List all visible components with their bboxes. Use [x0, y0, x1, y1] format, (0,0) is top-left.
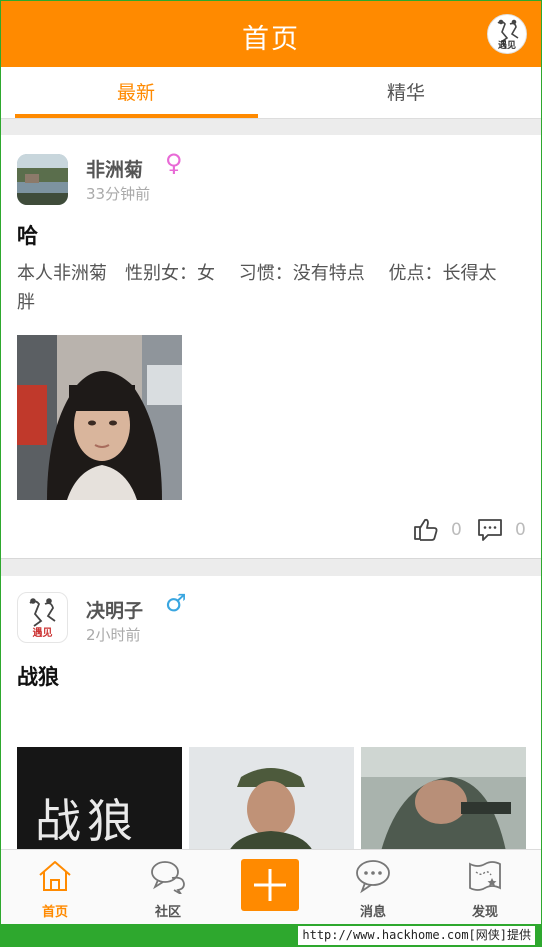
avatar-logo-text: 遇见 — [32, 628, 53, 639]
nav-messages-label: 消息 — [359, 905, 386, 920]
girl-portrait-image — [17, 335, 182, 500]
message-bubble-icon — [356, 860, 390, 894]
male-gender-icon: ♂ — [165, 589, 187, 617]
nav-discover-label: 发现 — [471, 905, 498, 920]
post-time: 33分钟前 — [86, 185, 151, 203]
nav-community-label: 社区 — [154, 905, 181, 920]
post-photo[interactable] — [361, 747, 526, 851]
bottom-navigation: 首页 社区 消息 发现 — [1, 849, 541, 924]
post-card[interactable]: 非洲菊 ♀ 33分钟前 哈 本人非洲菊 性别女：女 习惯：没有特点 优点：长得太… — [1, 135, 541, 559]
post-photo[interactable] — [17, 335, 182, 500]
page-title: 首页 — [242, 24, 300, 55]
like-count: 0 — [451, 520, 462, 540]
discover-map-icon — [469, 861, 501, 891]
nav-messages[interactable]: 消息 — [319, 850, 427, 925]
tab-featured[interactable]: 精华 — [285, 67, 527, 119]
like-button[interactable] — [413, 517, 439, 545]
avatar[interactable]: 遇见 — [17, 592, 68, 643]
watermark-bar: http://www.hackhome.com[网侠]提供 — [1, 924, 541, 947]
home-icon — [39, 861, 71, 891]
app-screen: 首页 遇见 最新 精华 非洲菊 ♀ 33分钟前 哈 本人非洲菊 性别女：女 习惯… — [0, 0, 542, 947]
post-title: 战狼 — [17, 665, 59, 689]
female-gender-icon: ♀ — [165, 149, 183, 177]
post-title: 哈 — [17, 224, 38, 248]
avatar-landscape-image — [17, 154, 68, 205]
comment-icon — [478, 519, 502, 541]
post-time: 2小时前 — [86, 626, 141, 644]
top-header: 首页 遇见 — [1, 1, 541, 67]
thumbs-up-icon — [414, 518, 438, 541]
comment-button[interactable] — [477, 518, 503, 546]
nav-discover[interactable]: 发现 — [431, 850, 539, 925]
username[interactable]: 决明子 — [86, 596, 143, 623]
username[interactable]: 非洲菊 — [86, 155, 143, 182]
tab-latest[interactable]: 最新 — [15, 67, 257, 119]
post-photo[interactable]: 战狼 — [17, 747, 182, 851]
app-logo-avatar[interactable]: 遇见 — [487, 14, 527, 54]
plus-icon — [254, 869, 286, 901]
watermark-text: http://www.hackhome.com[网侠]提供 — [298, 926, 535, 945]
avatar[interactable] — [17, 154, 68, 205]
post-photo[interactable] — [189, 747, 354, 851]
create-post-button[interactable] — [241, 859, 299, 911]
comment-count: 0 — [515, 520, 526, 540]
logo-text: 遇见 — [497, 41, 516, 51]
soldier-portrait-image — [189, 747, 354, 851]
nav-community[interactable]: 社区 — [114, 850, 222, 925]
nav-home-label: 首页 — [41, 905, 68, 920]
post-card[interactable]: 遇见 决明子 ♂ 2小时前 战狼 战狼 — [1, 576, 541, 851]
active-tab-indicator — [15, 114, 258, 118]
movie-title-text: 战狼 — [35, 794, 139, 848]
soldier-scene-image — [361, 747, 526, 851]
feed-tabs: 最新 精华 — [1, 67, 541, 119]
nav-home[interactable]: 首页 — [1, 850, 109, 925]
community-chat-icon — [151, 861, 185, 894]
post-body: 本人非洲菊 性别女：女 习惯：没有特点 优点：长得太胖 — [17, 263, 497, 313]
